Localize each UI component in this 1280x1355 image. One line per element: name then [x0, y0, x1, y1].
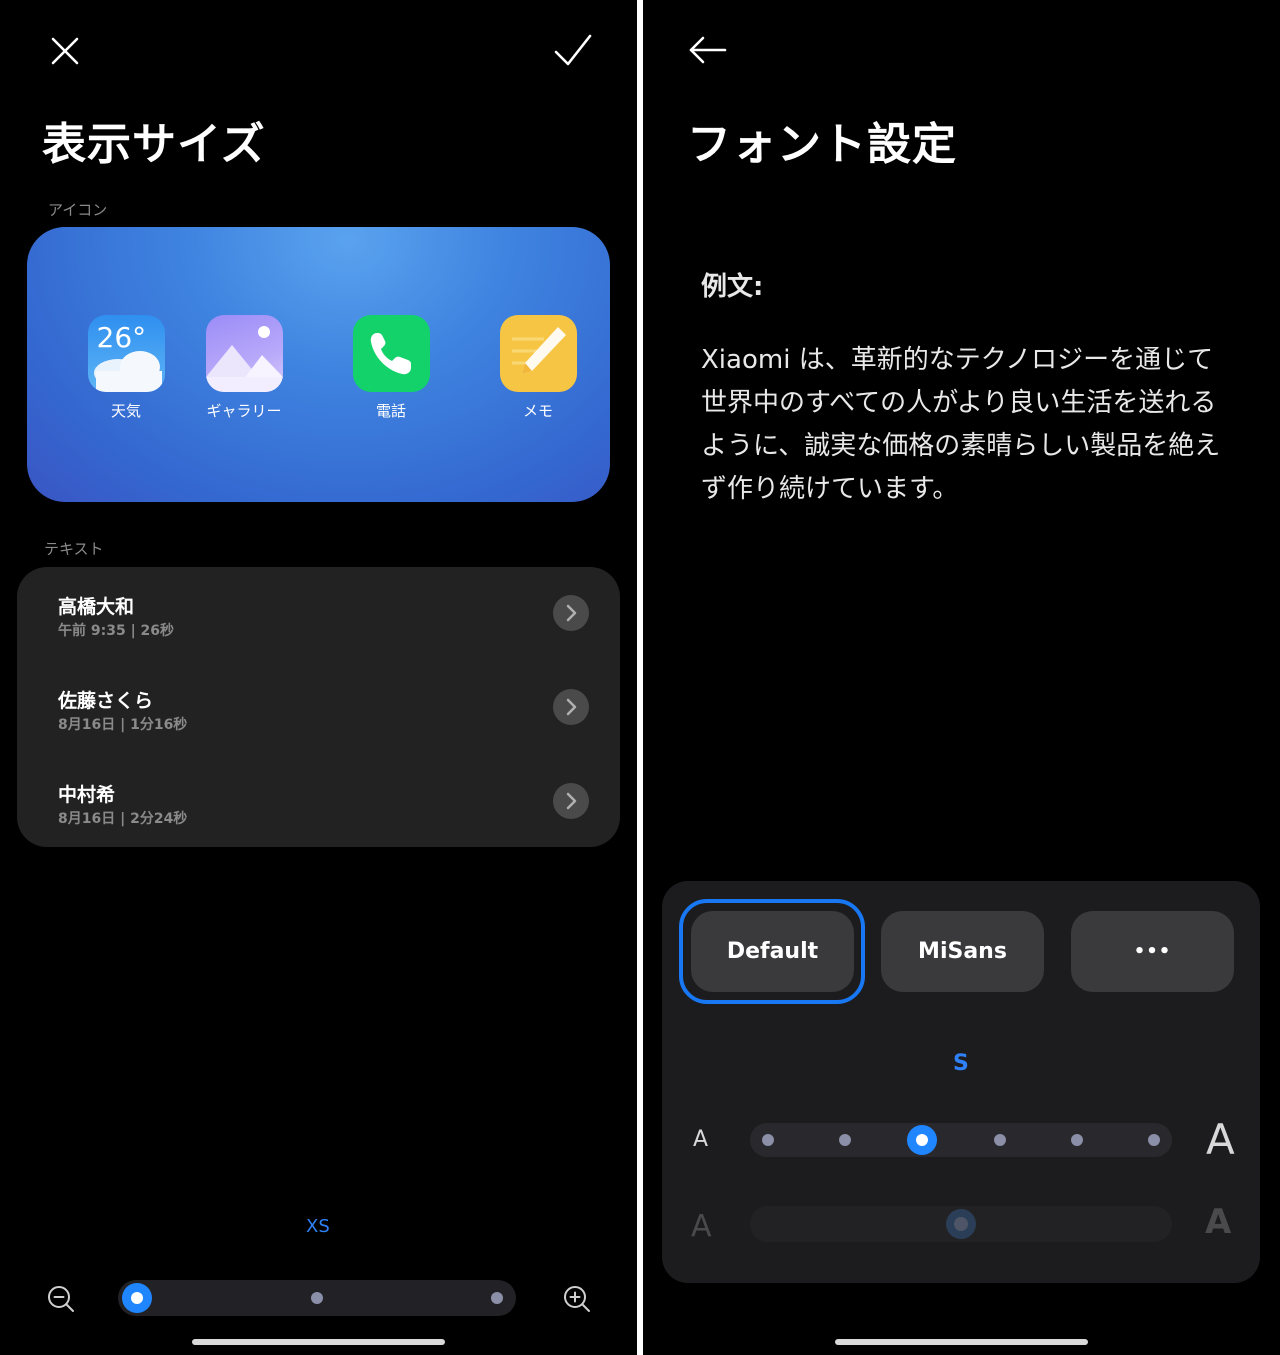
chevron-right-icon[interactable] — [553, 595, 589, 631]
message-preview-card: 高橋大和 午前 9:35 | 26秒 佐藤さくら 8月16日 | 1分16秒 中… — [17, 567, 620, 847]
chevron-right-icon[interactable] — [553, 689, 589, 725]
confirm-button[interactable] — [548, 28, 598, 74]
slider-step-dot[interactable] — [762, 1134, 774, 1146]
back-button[interactable] — [685, 32, 731, 68]
slider-step-dot[interactable] — [1070, 1134, 1083, 1146]
app-weather: 26° 天気 — [71, 315, 181, 421]
font-size-slider[interactable] — [750, 1123, 1172, 1157]
font-size-small-glyph: A — [693, 1127, 709, 1152]
text-section-label: テキスト — [44, 540, 104, 558]
page-title: 表示サイズ — [42, 119, 266, 170]
zoom-out-icon[interactable] — [46, 1284, 76, 1314]
slider-step-dot[interactable] — [491, 1292, 503, 1304]
slider-thumb[interactable] — [946, 1209, 976, 1239]
display-size-screen: 表示サイズ アイコン 26° 天気 ギャラリー 電話 メモ テキスト 高橋大和 … — [0, 0, 637, 1355]
slider-thumb[interactable] — [122, 1283, 152, 1313]
app-label: ギャラリー — [206, 402, 282, 420]
contact-name: 高橋大和 — [58, 596, 135, 618]
close-icon — [51, 37, 79, 65]
home-indicator[interactable] — [192, 1339, 445, 1345]
checkmark-icon — [554, 34, 592, 66]
page-title: フォント設定 — [687, 119, 957, 170]
slider-step-dot[interactable] — [839, 1134, 852, 1146]
list-item[interactable]: 高橋大和 午前 9:35 | 26秒 — [17, 567, 620, 660]
phone-icon — [352, 315, 430, 392]
font-size-large-glyph: A — [1206, 1115, 1235, 1164]
slider-step-dot[interactable] — [1148, 1134, 1160, 1146]
sample-text: Xiaomi は、革新的なテクノロジーを通じて世界中のすべての人がより良い生活を… — [701, 345, 1221, 504]
app-label: 天気 — [110, 402, 141, 420]
icons-section-label: アイコン — [48, 201, 108, 219]
size-value-label: XS — [306, 1216, 330, 1237]
more-icon: ••• — [1133, 941, 1172, 962]
call-meta: 午前 9:35 | 26秒 — [58, 623, 175, 639]
font-weight-light-glyph: A — [691, 1209, 712, 1244]
contact-name: 中村希 — [58, 784, 116, 806]
font-weight-bold-glyph: A — [1205, 1202, 1232, 1242]
chevron-right-icon[interactable] — [553, 783, 589, 819]
slider-step-dot[interactable] — [311, 1292, 323, 1304]
font-weight-slider[interactable] — [750, 1206, 1172, 1242]
arrow-left-icon — [689, 36, 727, 64]
slider-thumb[interactable] — [907, 1125, 938, 1155]
contact-name: 佐藤さくら — [58, 690, 154, 712]
more-fonts-button[interactable]: ••• — [1071, 911, 1234, 992]
font-options-sheet: Default MiSans ••• S A A A A — [662, 881, 1260, 1283]
app-gallery: ギャラリー — [189, 315, 299, 421]
zoom-in-icon[interactable] — [562, 1284, 592, 1314]
notes-icon — [499, 315, 577, 392]
gallery-icon — [205, 315, 283, 392]
font-size-value-label: S — [953, 1051, 969, 1076]
home-indicator[interactable] — [835, 1339, 1088, 1345]
app-label: メモ — [522, 402, 553, 420]
sample-label: 例文: — [701, 272, 764, 302]
display-size-slider[interactable] — [118, 1280, 516, 1316]
slider-step-dot[interactable] — [993, 1134, 1006, 1146]
font-settings-screen: フォント設定 例文: Xiaomi は、革新的なテクノロジーを通じて世界中のすべ… — [643, 0, 1280, 1355]
list-item[interactable]: 中村希 8月16日 | 2分24秒 — [17, 755, 620, 848]
icon-preview-card: 26° 天気 ギャラリー 電話 メモ — [27, 227, 610, 502]
font-option-misans[interactable]: MiSans — [881, 911, 1044, 992]
call-meta: 8月16日 | 1分16秒 — [58, 717, 188, 733]
list-item[interactable]: 佐藤さくら 8月16日 | 1分16秒 — [17, 661, 620, 754]
app-notes: メモ — [483, 315, 593, 421]
app-phone: 電話 — [336, 315, 446, 421]
call-meta: 8月16日 | 2分24秒 — [58, 811, 188, 827]
font-option-default[interactable]: Default — [691, 911, 854, 992]
app-label: 電話 — [375, 402, 406, 420]
weather-icon: 26° — [87, 315, 165, 392]
close-button[interactable] — [44, 30, 88, 74]
